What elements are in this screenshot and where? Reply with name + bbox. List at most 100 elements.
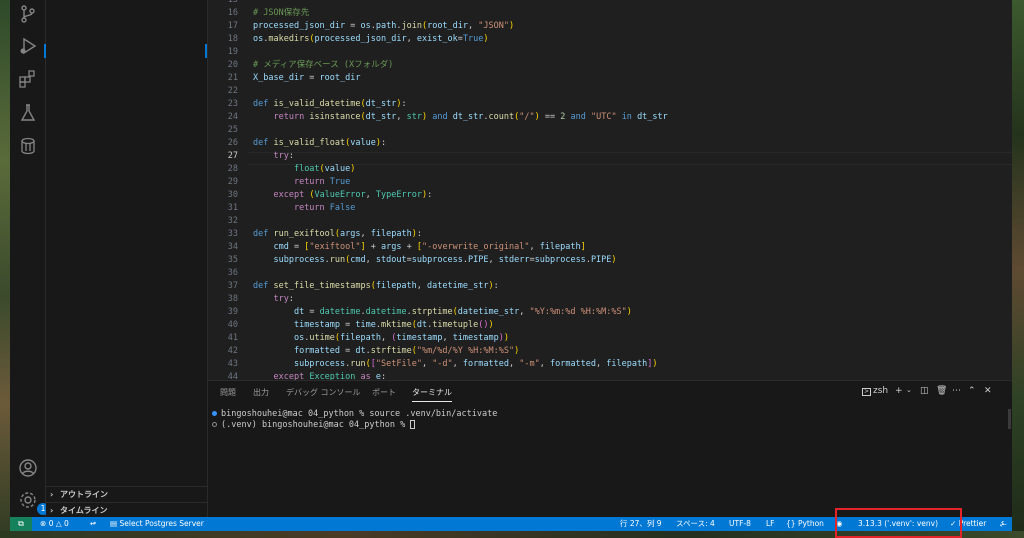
code-line[interactable]: 17 processed_json_dir = os.path.join(root… — [208, 20, 1012, 33]
code-line[interactable]: 43 subprocess.run(["SetFile", "-d", form… — [208, 358, 1012, 371]
indentation-setting[interactable]: スペース: 4 — [676, 517, 715, 531]
code-token: : — [288, 151, 294, 161]
code-line[interactable]: 44 except Exception as e: — [208, 371, 1012, 380]
extensions-icon[interactable] — [18, 69, 38, 89]
database-icon[interactable] — [18, 136, 38, 156]
panel-tab[interactable]: ポート — [372, 387, 396, 398]
timeline-section[interactable]: › タイムライン — [46, 502, 208, 518]
code-line[interactable]: 20 # メディア保存ベース (Xフォルダ) — [208, 59, 1012, 72]
close-panel-icon[interactable]: ✕ — [984, 386, 992, 396]
source-control-icon[interactable] — [18, 4, 38, 24]
code-token: join — [401, 21, 422, 31]
code-line[interactable]: 28 float(value) — [208, 163, 1012, 176]
command-status-dot-icon — [212, 411, 217, 416]
code-line[interactable]: 41 os.utime(filepath, (timestamp, timest… — [208, 332, 1012, 345]
terminal-cursor — [410, 420, 416, 429]
line-number: 43 — [227, 359, 238, 369]
split-terminal-icon[interactable]: ◫ — [920, 386, 929, 396]
more-actions-icon[interactable]: ⋯ — [952, 386, 961, 396]
code-token: ) — [488, 320, 494, 330]
code-line[interactable]: 19 — [208, 46, 1012, 59]
language-mode[interactable]: {} Python — [786, 517, 824, 531]
code-token: : — [416, 229, 422, 239]
code-token: + — [365, 242, 381, 252]
code-line[interactable]: 31 return False — [208, 202, 1012, 215]
panel-tab[interactable]: ターミナル — [412, 387, 452, 402]
code-line[interactable]: 35 subprocess.run(cmd, stdout=subprocess… — [208, 254, 1012, 267]
line-number: 44 — [227, 372, 238, 380]
maximize-panel-icon[interactable]: ⌃ — [968, 386, 976, 396]
code-line[interactable]: 16 # JSON保存先 — [208, 7, 1012, 20]
code-line[interactable]: 39 dt = datetime.datetime.strptime(datet… — [208, 306, 1012, 319]
code-token: filepath — [370, 229, 412, 239]
code-line[interactable]: 42 formatted = dt.strftime("%m/%d/%Y %H:… — [208, 345, 1012, 358]
remote-indicator-icon[interactable]: ⧉ — [10, 517, 32, 531]
chevron-down-icon[interactable]: ⌄ — [906, 386, 912, 394]
code-token: , — [360, 229, 371, 239]
panel-tab[interactable]: 出力 — [253, 387, 269, 398]
code-line[interactable]: 37 def set_file_timestamps(filepath, date… — [208, 280, 1012, 293]
eol-setting[interactable]: LF — [766, 517, 775, 531]
code-line[interactable]: 30 except (ValueError, TypeError): — [208, 189, 1012, 202]
code-token: ) — [652, 359, 658, 369]
code-line[interactable]: 22 — [208, 85, 1012, 98]
panel-tab[interactable]: 問題 — [220, 387, 236, 398]
interpreter-highlight-box — [835, 508, 962, 538]
code-editor[interactable]: 15 16 # JSON保存先 17 processed_json_dir = os.p… — [208, 0, 1012, 380]
terminal-shell-selector[interactable]: > zsh — [862, 386, 888, 396]
code-line[interactable]: 32 — [208, 215, 1012, 228]
code-line[interactable]: 34 cmd = ["exiftool"] + args + ["-overwr… — [208, 241, 1012, 254]
settings-gear-icon[interactable] — [18, 490, 38, 510]
code-line[interactable]: 18 os.makedirs(processed_json_dir, exist_… — [208, 33, 1012, 46]
postgres-label: Select Postgres Server — [119, 519, 204, 528]
line-number: 23 — [227, 99, 238, 109]
testing-flask-icon[interactable] — [18, 103, 38, 123]
code-token: dt_str — [365, 112, 397, 122]
code-line[interactable]: 33 def run_exiftool(args, filepath): — [208, 228, 1012, 241]
line-number: 21 — [227, 73, 238, 83]
postgres-server-selector[interactable]: ▤ Select Postgres Server — [110, 517, 204, 531]
terminal-text: bingoshouhei@mac 04_python % source .ven… — [221, 409, 498, 419]
account-icon[interactable] — [18, 458, 38, 478]
sidebar-sash-marker[interactable] — [205, 44, 207, 58]
code-token: mktime — [380, 320, 412, 330]
code-line[interactable]: 21 X_base_dir = root_dir — [208, 72, 1012, 85]
terminal-scrollbar[interactable] — [1008, 409, 1011, 429]
command-status-dot-icon — [212, 422, 217, 427]
code-token: args — [381, 242, 402, 252]
new-terminal-icon[interactable]: + — [895, 386, 903, 396]
notifications-bell-icon[interactable]: ⍼ — [1000, 517, 1007, 531]
code-line[interactable]: 24 return isinstance(dt_str, str) and dt… — [208, 111, 1012, 124]
outline-section[interactable]: › アウトライン — [46, 486, 208, 502]
code-line[interactable]: 15 — [208, 0, 1012, 7]
code-token: as — [360, 372, 371, 380]
code-token: dt — [293, 307, 305, 317]
panel-tab[interactable]: デバッグ コンソール — [286, 387, 361, 398]
code-line[interactable]: 25 — [208, 124, 1012, 137]
code-token: root_dir — [319, 73, 361, 83]
code-token: , — [396, 112, 407, 122]
code-token: def — [253, 281, 269, 291]
code-token: ] — [580, 242, 586, 252]
code-line[interactable]: 38 try: — [208, 293, 1012, 306]
trash-icon[interactable]: 🗑 — [936, 386, 947, 396]
run-debug-icon[interactable] — [18, 36, 38, 56]
encoding-setting[interactable]: UTF-8 — [729, 517, 751, 531]
code-line[interactable]: 29 return True — [208, 176, 1012, 189]
code-token: () — [478, 320, 489, 330]
code-line[interactable]: 27 try: — [208, 150, 1012, 163]
live-share-icon[interactable]: ↫ — [90, 517, 96, 531]
cursor-position[interactable]: 行 27、列 9 — [620, 517, 662, 531]
problems-indicator[interactable]: ⊗ 0 △ 0 — [40, 517, 69, 531]
line-number: 15 — [227, 0, 238, 5]
code-line[interactable]: 36 — [208, 267, 1012, 280]
code-line[interactable]: 23 def is_valid_datetime(dt_str): — [208, 98, 1012, 111]
code-token: utime — [309, 333, 335, 343]
terminal-text: (.venv) bingoshouhei@mac 04_python % — [221, 420, 411, 430]
code-line[interactable]: 26 def is_valid_float(value): — [208, 137, 1012, 150]
code-line[interactable]: 40 timestamp = time.mktime(dt.timetuple(… — [208, 319, 1012, 332]
code-text: cmd = ["exiftool"] + args + ["-overwrite… — [253, 241, 586, 254]
code-text: return False — [253, 202, 355, 215]
code-token: dt_str — [452, 112, 484, 122]
